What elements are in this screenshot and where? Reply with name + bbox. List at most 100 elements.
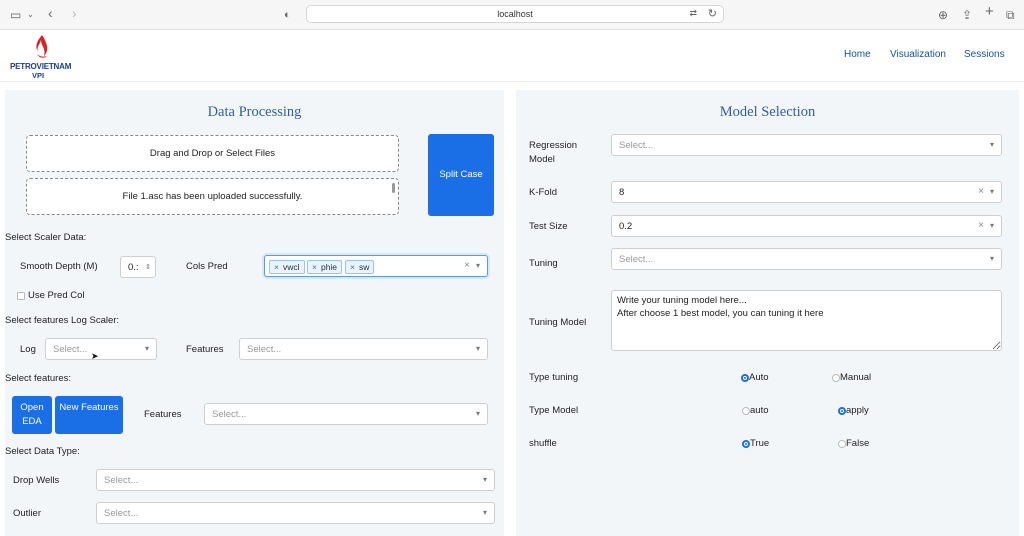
outlier-placeholder: Select... (104, 508, 139, 519)
log-placeholder: Select... (53, 344, 88, 355)
kfold-value: 8 (619, 187, 625, 198)
smooth-depth-label: Smooth Depth (M) (20, 261, 98, 272)
outlier-label: Outlier (13, 508, 41, 519)
type-tuning-manual-label: Manual (840, 372, 872, 383)
shuffle-false-radio[interactable] (838, 440, 846, 448)
flame-icon (36, 35, 48, 58)
stepper-arrows-icon[interactable]: ⇕ (145, 263, 151, 271)
test-size-value: 0.2 (619, 221, 633, 232)
model-selection-title: Model Selection (719, 104, 816, 120)
tab-overview-icon[interactable]: ⧉ (1006, 7, 1015, 23)
remove-tag-icon[interactable]: × (350, 262, 355, 272)
type-model-apply-label: apply (846, 405, 869, 416)
shuffle-true-radio[interactable] (742, 440, 750, 448)
features2-select[interactable]: Select... ▾ (204, 403, 488, 425)
new-features-button[interactable]: New Features (55, 396, 123, 434)
open-eda-button[interactable]: Open EDA (12, 396, 52, 434)
type-model-auto-radio[interactable] (742, 407, 750, 415)
tuning-placeholder: Select... (619, 254, 654, 265)
browser-toolbar: ▭ ⌄ ‹ › ◐ localhost ⇄ ↻ ⊕ ⇪ + ⧉ (0, 0, 1024, 30)
nav-home-link[interactable]: Home (844, 49, 871, 60)
smooth-depth-value: 0.: (128, 262, 139, 273)
type-model-auto-label: auto (750, 405, 769, 416)
status-scrollbar[interactable] (392, 183, 395, 193)
cols-pred-multiselect[interactable]: × vwcl × phie × sw × ▾ (264, 255, 488, 277)
chevron-down-icon[interactable]: ▾ (476, 344, 480, 353)
type-model-apply-radio[interactable] (838, 407, 846, 415)
translate-icon[interactable]: ⇄ (689, 8, 697, 19)
drop-wells-label: Drop Wells (13, 475, 60, 486)
logo-text-line1: PETROVIETNAM (10, 62, 72, 71)
chevron-down-icon[interactable]: ▾ (483, 475, 487, 484)
test-size-select[interactable]: 0.2 × ▾ (611, 215, 1002, 237)
reload-icon[interactable]: ↻ (708, 7, 717, 20)
sidebar-toggle-icon[interactable]: ▭ (10, 7, 21, 23)
shuffle-false-label: False (846, 438, 870, 449)
download-icon[interactable]: ⊕ (938, 7, 948, 23)
select-features-heading: Select features: (5, 373, 72, 384)
file-dropzone[interactable]: Drag and Drop or Select Files (26, 135, 399, 172)
kfold-label: K-Fold (529, 187, 557, 198)
data-type-heading: Select Data Type: (5, 446, 80, 457)
chevron-down-icon[interactable]: ▾ (476, 261, 480, 270)
petrovietnam-logo[interactable]: PETROVIETNAM VPI (10, 34, 74, 80)
type-tuning-auto-radio[interactable] (741, 374, 749, 382)
drop-wells-select[interactable]: Select... ▾ (96, 469, 495, 491)
type-tuning-label: Type tuning (529, 372, 579, 383)
regression-model-label: Regression Model (529, 140, 578, 165)
tuning-model-textarea[interactable]: Write your tuning model here... After ch… (611, 290, 1002, 351)
type-tuning-auto-label: Auto (749, 372, 769, 383)
back-icon[interactable]: ‹ (48, 5, 53, 21)
forward-icon[interactable]: › (72, 5, 77, 21)
features-label: Features (186, 344, 224, 355)
cols-pred-tag[interactable]: × vwcl (269, 260, 305, 274)
model-selection-panel: Model Selection Regression Model Select.… (516, 90, 1019, 536)
chevron-down-icon[interactable]: ▾ (990, 254, 994, 263)
test-size-label: Test Size (529, 221, 568, 232)
nav-visualization-link[interactable]: Visualization (890, 49, 946, 60)
regression-model-select[interactable]: Select... ▾ (611, 134, 1002, 156)
new-tab-icon[interactable]: + (985, 4, 994, 20)
chevron-down-icon[interactable]: ▾ (990, 221, 994, 230)
chevron-down-icon[interactable]: ⌄ (27, 7, 34, 23)
tuning-select[interactable]: Select... ▾ (611, 248, 1002, 270)
upload-status-box: File 1.asc has been uploaded successfull… (26, 178, 399, 215)
log-scaler-heading: Select features Log Scaler: (5, 315, 120, 326)
clear-icon[interactable]: × (978, 186, 984, 197)
clear-icon[interactable]: × (464, 260, 470, 271)
chevron-down-icon[interactable]: ▾ (990, 187, 994, 196)
use-pred-col-checkbox[interactable] (17, 292, 25, 300)
type-model-label: Type Model (529, 405, 579, 416)
chevron-down-icon[interactable]: ▾ (990, 140, 994, 149)
type-tuning-manual-radio[interactable] (832, 374, 840, 382)
regression-placeholder: Select... (619, 140, 654, 151)
address-bar[interactable]: localhost ⇄ ↻ (306, 5, 724, 23)
share-icon[interactable]: ⇪ (962, 7, 972, 23)
url-text: localhost (497, 9, 533, 19)
cols-pred-tag[interactable]: × phie (307, 260, 343, 274)
clear-icon[interactable]: × (978, 220, 984, 231)
outlier-select[interactable]: Select... ▾ (96, 502, 495, 524)
kfold-select[interactable]: 8 × ▾ (611, 181, 1002, 203)
chevron-down-icon[interactable]: ▾ (145, 344, 149, 353)
select-scaler-heading: Select Scaler Data: (5, 232, 87, 243)
chevron-down-icon[interactable]: ▾ (483, 508, 487, 517)
chevron-down-icon[interactable]: ▾ (476, 409, 480, 418)
nav-sessions-link[interactable]: Sessions (964, 49, 1005, 60)
tag-label: phie (320, 262, 338, 272)
log-select[interactable]: Select... ▾ (45, 338, 157, 360)
upload-status-text: File 1.asc has been uploaded successfull… (122, 191, 303, 202)
tuning-model-label: Tuning Model (529, 317, 587, 328)
remove-tag-icon[interactable]: × (274, 262, 279, 272)
tuning-label: Tuning (529, 258, 558, 269)
smooth-depth-stepper[interactable]: 0.: ⇕ (120, 256, 156, 278)
features2-placeholder: Select... (212, 409, 247, 420)
cols-pred-tag[interactable]: × sw (345, 260, 375, 274)
split-case-button[interactable]: Split Case (428, 134, 494, 216)
logo-text-line2: VPI (32, 71, 45, 80)
features-select[interactable]: Select... ▾ (239, 338, 488, 360)
app-header: PETROVIETNAM VPI Home Visualization Sess… (0, 30, 1024, 82)
log-label: Log (20, 344, 36, 355)
privacy-shield-icon[interactable]: ◐ (284, 7, 291, 23)
remove-tag-icon[interactable]: × (312, 262, 317, 272)
